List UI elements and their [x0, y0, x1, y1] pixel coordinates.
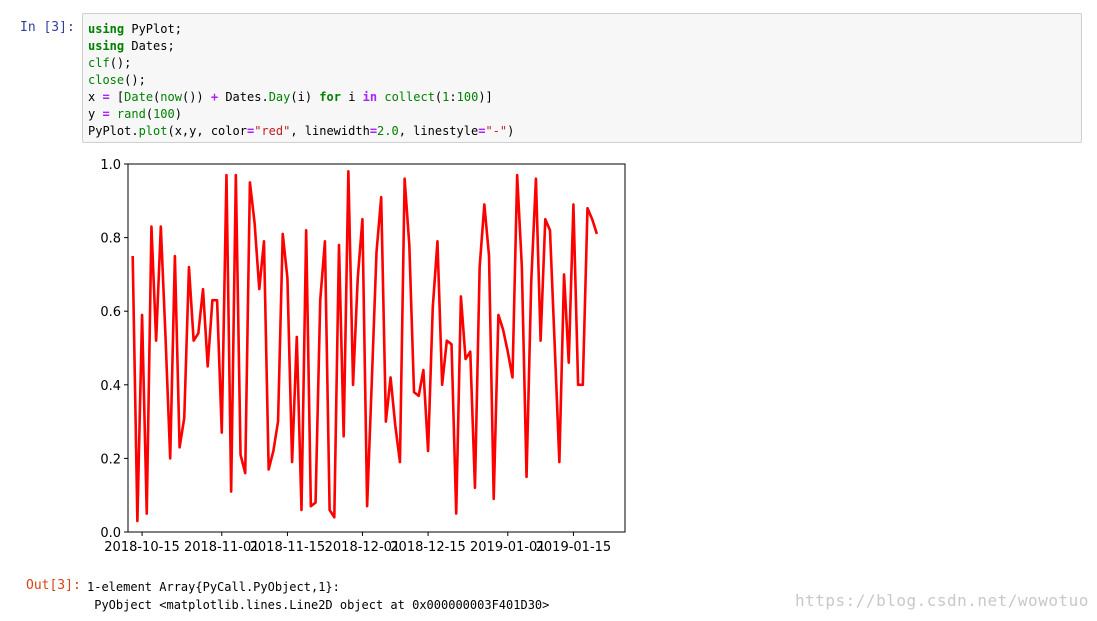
- code-line: PyPlot.plot(x,y, color="red", linewidth=…: [88, 124, 515, 138]
- plot-frame: [127, 163, 626, 533]
- output-prompt: Out[3]:: [26, 578, 81, 593]
- y-tick-label: 0.6: [100, 305, 121, 320]
- y-tick-label: 0.0: [100, 526, 121, 541]
- code-editor[interactable]: using PyPlot; using Dates; clf(); close(…: [88, 21, 514, 140]
- code-line: x = [Date(now()) + Dates.Day(i) for i in…: [88, 90, 493, 104]
- code-line: y = rand(100): [88, 107, 182, 121]
- input-prompt: In [3]:: [20, 20, 75, 35]
- x-tick-label: 2018-11-01: [184, 540, 260, 555]
- output-line: PyObject <matplotlib.lines.Line2D object…: [87, 598, 550, 612]
- series-line: [131, 170, 599, 523]
- y-tick-label: 1.0: [100, 158, 121, 173]
- x-tick-label: 2018-12-15: [390, 540, 466, 555]
- code-cell[interactable]: using PyPlot; using Dates; clf(); close(…: [82, 13, 1082, 143]
- output-text: 1-element Array{PyCall.PyObject,1}: PyOb…: [87, 578, 549, 614]
- x-tick-label: 2019-01-01: [470, 540, 546, 555]
- x-tick-label: 2019-01-15: [536, 540, 612, 555]
- y-tick-label: 0.8: [100, 232, 121, 247]
- x-tick-label: 2018-10-15: [104, 540, 180, 555]
- code-line: close();: [88, 73, 146, 87]
- output-line: 1-element Array{PyCall.PyObject,1}:: [87, 580, 340, 594]
- code-line: using PyPlot;: [88, 22, 182, 36]
- plot-output: 0.0 0.2 0.4 0.6 0.8 1.0 2018-10-15 2018-11-01 20…: [82, 150, 642, 564]
- x-tick-label: 2018-12-01: [325, 540, 401, 555]
- line-chart: 0.00.20.40.60.81.02018-10-15 2018-11-0120…: [100, 158, 626, 555]
- y-tick-label: 0.4: [100, 379, 121, 394]
- code-line: using Dates;: [88, 39, 175, 53]
- x-tick-label: 2018-11-15: [250, 540, 326, 555]
- watermark: https://blog.csdn.net/wowotuo: [795, 591, 1089, 610]
- code-line: clf();: [88, 56, 132, 70]
- y-tick-label: 0.2: [100, 452, 121, 467]
